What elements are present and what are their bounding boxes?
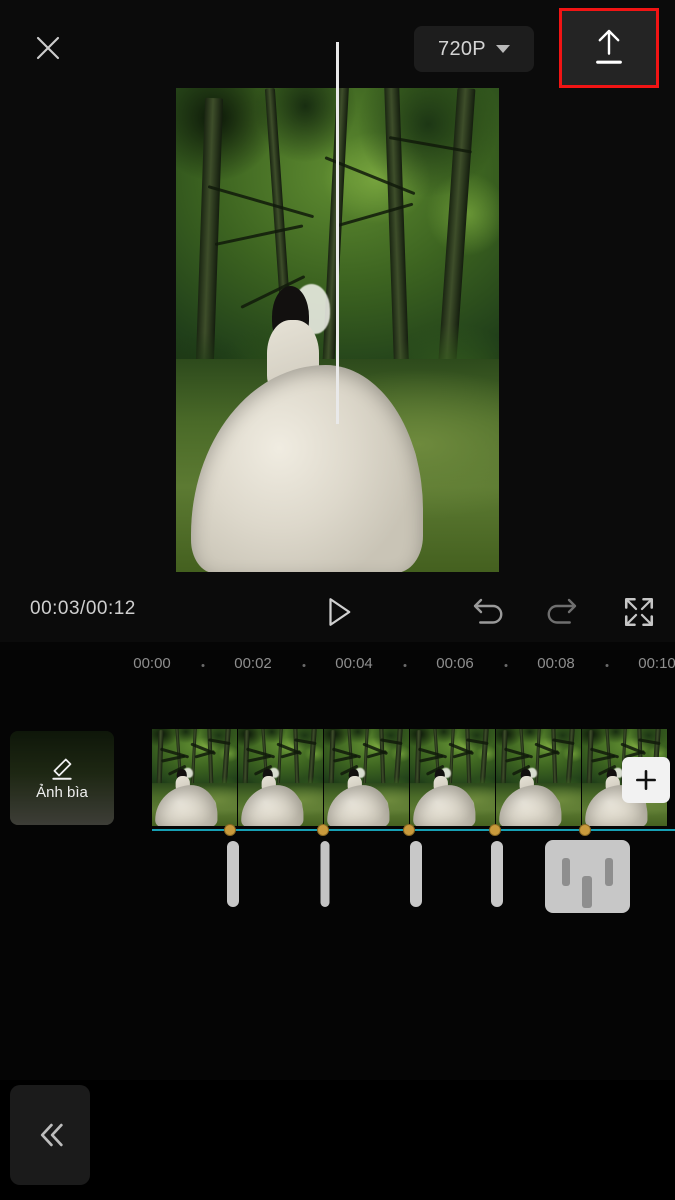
bride-subject — [241, 768, 304, 826]
undo-button[interactable] — [468, 594, 506, 630]
bride-subject — [327, 768, 390, 826]
close-button[interactable] — [26, 26, 70, 70]
close-icon — [36, 36, 60, 60]
video-track[interactable] — [152, 729, 675, 826]
bride-subject — [190, 283, 428, 572]
fullscreen-button[interactable] — [620, 594, 658, 630]
transition-marker[interactable] — [227, 841, 239, 907]
timeline-ruler[interactable]: 00:00 00:02 00:04 00:06 00:08 00:10 — [0, 642, 675, 684]
bottom-toolbar: TáchTốc độÂm lượngNốiHiệu ứng động — [0, 1080, 675, 1200]
ruler-tick-dot — [605, 664, 609, 667]
resolution-label: 720P — [438, 37, 486, 60]
collapse-toolbar-button[interactable] — [10, 1085, 90, 1185]
keyframe-dot[interactable] — [489, 824, 501, 836]
keyframe-dot[interactable] — [579, 824, 591, 836]
player-controls: 00:03/00:12 — [0, 580, 675, 642]
play-icon — [329, 598, 351, 626]
clip-thumbnail[interactable] — [410, 729, 496, 826]
playhead[interactable] — [336, 42, 339, 424]
video-editor-screen: 720P 00:03/00:12 00:00 00:02 00:04 00:06… — [0, 0, 675, 1200]
plus-icon — [636, 770, 656, 790]
cover-thumbnail-button[interactable]: Ảnh bìa — [10, 731, 114, 825]
keyframe-dot[interactable] — [403, 824, 415, 836]
ruler-tick-dot — [504, 664, 508, 667]
ruler-tick-label: 00:00 — [133, 655, 171, 672]
transition-marker[interactable] — [410, 841, 422, 907]
ruler-tick-dot — [201, 664, 205, 667]
redo-icon — [547, 598, 577, 624]
cover-label: Ảnh bìa — [36, 783, 88, 801]
ruler-tick-label: 00:10 — [638, 655, 675, 672]
keyframe-dot[interactable] — [224, 824, 236, 836]
ruler-tick-dot — [403, 664, 407, 667]
bride-subject — [155, 768, 218, 826]
keyframe-dot[interactable] — [317, 824, 329, 836]
play-button[interactable] — [318, 594, 358, 630]
redo-button[interactable] — [544, 594, 582, 630]
clip-thumbnail[interactable] — [152, 729, 238, 826]
ruler-tick-label: 00:08 — [537, 655, 575, 672]
transition-marker[interactable] — [491, 841, 503, 907]
fullscreen-icon — [624, 597, 654, 627]
ruler-tick-label: 00:02 — [234, 655, 272, 672]
timecode-display: 00:03/00:12 — [30, 598, 136, 619]
edit-pencil-icon — [52, 758, 72, 780]
undo-icon — [473, 598, 503, 624]
clip-thumbnail[interactable] — [496, 729, 582, 826]
chevron-double-left-icon — [40, 1123, 63, 1147]
chevron-down-icon — [495, 45, 510, 53]
clip-thumbnail[interactable] — [238, 729, 324, 826]
resolution-selector[interactable]: 720P — [414, 26, 534, 72]
export-upload-icon — [596, 29, 622, 64]
export-button[interactable] — [559, 8, 659, 88]
bride-subject — [413, 768, 476, 826]
ruler-tick-label: 00:04 — [335, 655, 373, 672]
ruler-tick-label: 00:06 — [436, 655, 474, 672]
clip-thumbnail[interactable] — [324, 729, 410, 826]
add-clip-button[interactable] — [622, 757, 670, 803]
bride-subject — [499, 768, 562, 826]
clip-placeholder[interactable] — [545, 840, 630, 913]
ruler-tick-dot — [302, 664, 306, 667]
transition-marker[interactable] — [320, 841, 330, 907]
